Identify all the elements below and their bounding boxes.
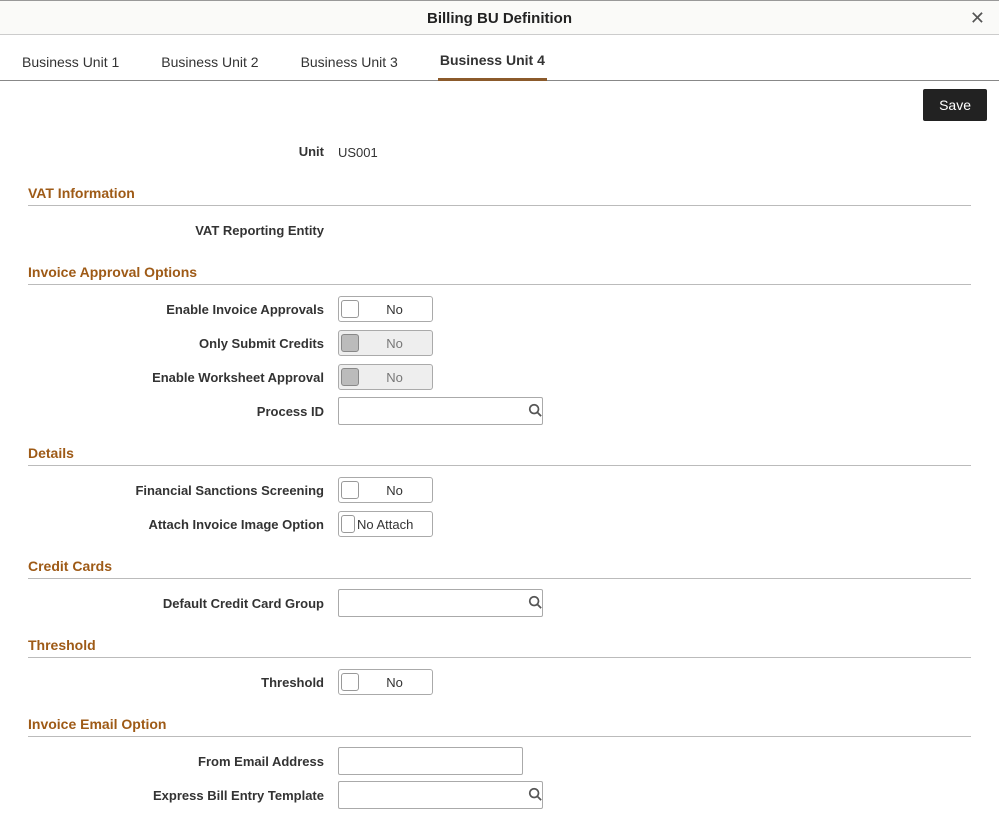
tab-business-unit-3[interactable]: Business Unit 3	[299, 42, 400, 80]
toggle-knob	[341, 673, 359, 691]
divider	[28, 205, 971, 206]
tab-business-unit-2[interactable]: Business Unit 2	[159, 42, 260, 80]
toggle-text: No	[359, 675, 430, 690]
default-cc-group-input[interactable]	[339, 596, 527, 611]
section-credit-cards-header: Credit Cards	[28, 558, 971, 574]
divider	[28, 657, 971, 658]
close-icon[interactable]: ✕	[970, 1, 985, 36]
section-details-header: Details	[28, 445, 971, 461]
express-bill-template-input[interactable]	[339, 788, 527, 803]
tab-business-unit-4[interactable]: Business Unit 4	[438, 40, 547, 81]
vat-reporting-entity-value	[338, 229, 971, 231]
from-email-label: From Email Address	[28, 754, 338, 769]
vat-reporting-entity-label: VAT Reporting Entity	[28, 223, 338, 238]
toggle-text: No	[359, 302, 430, 317]
toggle-knob	[341, 481, 359, 499]
divider	[28, 736, 971, 737]
fin-sanctions-label: Financial Sanctions Screening	[28, 483, 338, 498]
tab-business-unit-1[interactable]: Business Unit 1	[20, 42, 121, 80]
process-id-label: Process ID	[28, 404, 338, 419]
process-id-input[interactable]	[339, 404, 527, 419]
section-invoice-approval-header: Invoice Approval Options	[28, 264, 971, 280]
save-button[interactable]: Save	[923, 89, 987, 121]
express-bill-template-lookup[interactable]	[338, 781, 543, 809]
only-submit-credits-toggle: No	[338, 330, 433, 356]
toggle-text: No	[359, 483, 430, 498]
attach-invoice-option[interactable]: No Attach	[338, 511, 433, 537]
divider	[28, 284, 971, 285]
search-icon[interactable]	[527, 787, 542, 804]
tab-bar: Business Unit 1 Business Unit 2 Business…	[0, 35, 999, 81]
unit-value: US001	[338, 143, 971, 160]
search-icon[interactable]	[527, 595, 542, 612]
toggle-text: No	[359, 336, 430, 351]
attach-invoice-value: No Attach	[355, 517, 430, 532]
toggle-knob	[341, 368, 359, 386]
from-email-input[interactable]	[338, 747, 523, 775]
toggle-text: No	[359, 370, 430, 385]
default-cc-group-label: Default Credit Card Group	[28, 596, 338, 611]
fin-sanctions-toggle[interactable]: No	[338, 477, 433, 503]
express-bill-template-label: Express Bill Entry Template	[28, 788, 338, 803]
threshold-label: Threshold	[28, 675, 338, 690]
process-id-lookup[interactable]	[338, 397, 543, 425]
search-icon[interactable]	[527, 403, 542, 420]
section-vat-header: VAT Information	[28, 185, 971, 201]
window-title: Billing BU Definition	[427, 10, 572, 27]
toggle-knob	[341, 300, 359, 318]
section-invoice-email-header: Invoice Email Option	[28, 716, 971, 732]
divider	[28, 578, 971, 579]
toggle-knob	[341, 334, 359, 352]
section-threshold-header: Threshold	[28, 637, 971, 653]
content-scroll[interactable]: Save Unit US001 VAT Information VAT Repo…	[0, 81, 999, 834]
attach-invoice-label: Attach Invoice Image Option	[28, 517, 338, 532]
enable-invoice-approvals-toggle[interactable]: No	[338, 296, 433, 322]
enable-worksheet-approval-label: Enable Worksheet Approval	[28, 370, 338, 385]
default-cc-group-lookup[interactable]	[338, 589, 543, 617]
only-submit-credits-label: Only Submit Credits	[28, 336, 338, 351]
threshold-toggle[interactable]: No	[338, 669, 433, 695]
unit-label: Unit	[28, 144, 338, 159]
enable-invoice-approvals-label: Enable Invoice Approvals	[28, 302, 338, 317]
toggle-knob	[341, 515, 355, 533]
divider	[28, 465, 971, 466]
enable-worksheet-approval-toggle: No	[338, 364, 433, 390]
title-bar: Billing BU Definition ✕	[0, 0, 999, 35]
